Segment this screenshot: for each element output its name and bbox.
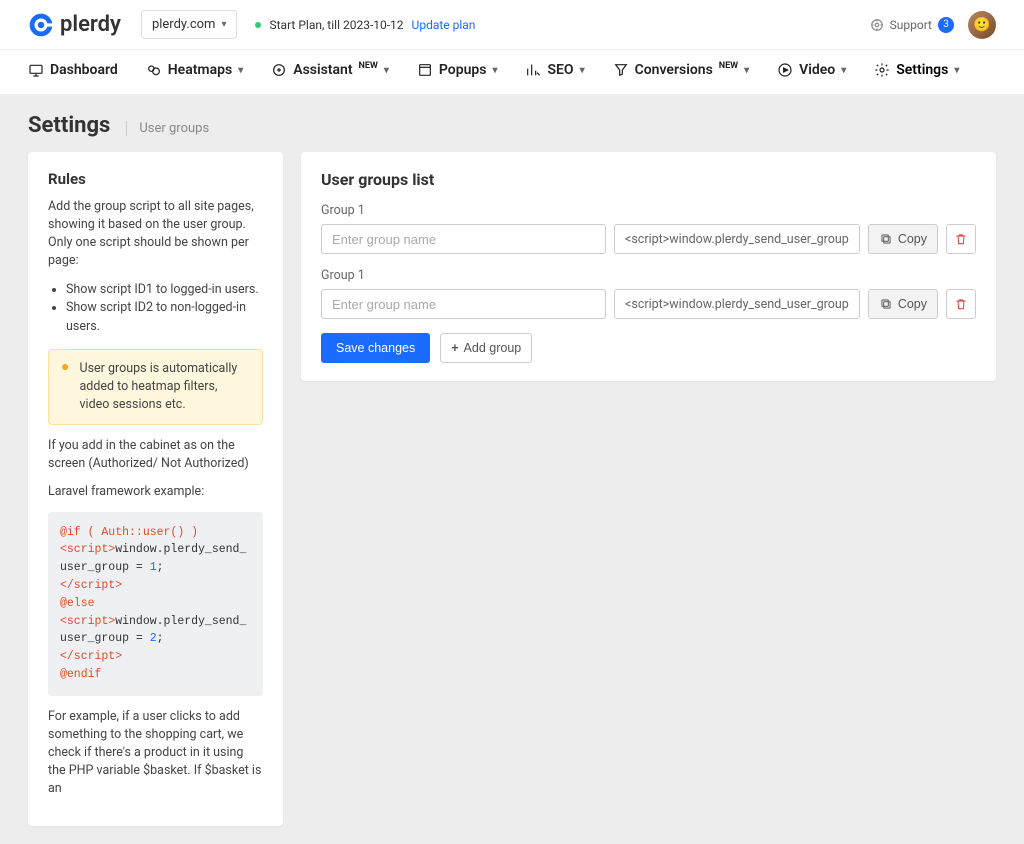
- support-count: 3: [938, 17, 954, 33]
- group-label: Group 1: [321, 203, 976, 218]
- rules-intro: Add the group script to all site pages, …: [48, 198, 263, 271]
- trash-icon: [954, 232, 968, 246]
- group-row: Group 1 Copy: [321, 268, 976, 319]
- laravel-heading: Laravel framework example:: [48, 483, 263, 501]
- nav-assistant-label: Assistant: [293, 62, 352, 78]
- nav-seo[interactable]: SEO ▾: [525, 62, 584, 78]
- nav-assistant[interactable]: Assistant NEW ▾: [271, 62, 389, 78]
- copy-label: Copy: [898, 232, 927, 246]
- popups-icon: [417, 62, 433, 78]
- new-badge: NEW: [359, 61, 378, 71]
- chevron-down-icon: ▾: [221, 19, 226, 30]
- copy-button[interactable]: Copy: [868, 289, 938, 319]
- chevron-down-icon: ▾: [841, 65, 846, 76]
- site-selector[interactable]: plerdy.com ▾: [141, 10, 238, 39]
- copy-icon: [879, 297, 893, 311]
- support-label: Support: [890, 18, 932, 32]
- logo-text: plerdy: [60, 12, 121, 37]
- delete-button[interactable]: [946, 289, 976, 319]
- logo[interactable]: plerdy: [28, 12, 121, 38]
- nav-dashboard[interactable]: Dashboard: [28, 62, 118, 78]
- chevron-down-icon: ▾: [384, 65, 389, 76]
- groups-heading: User groups list: [321, 170, 976, 189]
- support-icon: [870, 18, 884, 32]
- nav-settings[interactable]: Settings ▾: [874, 62, 959, 78]
- group-script-field[interactable]: [614, 289, 860, 319]
- page-title: Settings: [28, 113, 110, 138]
- user-groups-panel: User groups list Group 1 Copy Group 1: [301, 152, 996, 381]
- rules-li1: Show script ID1 to logged-in users.: [66, 281, 263, 300]
- plan-status-dot: [255, 22, 261, 28]
- dashboard-icon: [28, 62, 44, 78]
- heatmaps-icon: [146, 62, 162, 78]
- group-name-input[interactable]: [321, 224, 606, 254]
- rules-heading: Rules: [48, 170, 263, 188]
- nav-video[interactable]: Video ▾: [777, 62, 846, 78]
- nav-conversions[interactable]: Conversions NEW ▾: [613, 62, 750, 78]
- group-name-input[interactable]: [321, 289, 606, 319]
- nav-heatmaps-label: Heatmaps: [168, 62, 232, 78]
- chevron-down-icon: ▾: [580, 65, 585, 76]
- info-box: ● User groups is automatically added to …: [48, 349, 263, 425]
- nav-seo-label: SEO: [547, 62, 573, 78]
- nav-conversions-label: Conversions: [635, 62, 713, 78]
- group-label: Group 1: [321, 268, 976, 283]
- chevron-down-icon: ▾: [238, 65, 243, 76]
- support-button[interactable]: Support 3: [870, 17, 954, 33]
- copy-label: Copy: [898, 297, 927, 311]
- plus-icon: +: [451, 341, 458, 355]
- seo-icon: [525, 62, 541, 78]
- delete-button[interactable]: [946, 224, 976, 254]
- video-icon: [777, 62, 793, 78]
- breadcrumb: User groups: [126, 121, 209, 136]
- copy-button[interactable]: Copy: [868, 224, 938, 254]
- chevron-down-icon: ▾: [744, 65, 749, 76]
- info-icon: ●: [61, 360, 69, 414]
- copy-icon: [879, 232, 893, 246]
- add-group-label: Add group: [464, 341, 522, 355]
- nav-video-label: Video: [799, 62, 835, 78]
- chevron-down-icon: ▾: [492, 65, 497, 76]
- conversions-icon: [613, 62, 629, 78]
- group-row: Group 1 Copy: [321, 203, 976, 254]
- nav-dashboard-label: Dashboard: [50, 62, 118, 78]
- group-script-field[interactable]: [614, 224, 860, 254]
- nav-popups[interactable]: Popups ▾: [417, 62, 498, 78]
- plerdy-logo-icon: [28, 12, 54, 38]
- save-button[interactable]: Save changes: [321, 333, 430, 363]
- rules-panel: Rules Add the group script to all site p…: [28, 152, 283, 826]
- rules-note-cabinet: If you add in the cabinet as on the scre…: [48, 437, 263, 473]
- settings-icon: [874, 62, 890, 78]
- plan-text: Start Plan, till 2023-10-12: [269, 18, 403, 32]
- assistant-icon: [271, 62, 287, 78]
- rules-li2: Show script ID2 to non-logged-in users.: [66, 299, 263, 337]
- code-example: @if ( Auth::user() ) <script>window.pler…: [48, 512, 263, 696]
- add-group-button[interactable]: + Add group: [440, 333, 532, 363]
- new-badge: NEW: [719, 61, 738, 71]
- nav-popups-label: Popups: [439, 62, 487, 78]
- trash-icon: [954, 297, 968, 311]
- nav-settings-label: Settings: [896, 62, 948, 78]
- update-plan-link[interactable]: Update plan: [412, 18, 476, 32]
- info-text: User groups is automatically added to he…: [79, 360, 250, 414]
- chevron-down-icon: ▾: [954, 65, 959, 76]
- avatar[interactable]: 🙂: [968, 11, 996, 39]
- site-selector-label: plerdy.com: [152, 17, 216, 32]
- rules-tail: For example, if a user clicks to add som…: [48, 708, 263, 799]
- save-label: Save changes: [336, 341, 415, 355]
- nav-heatmaps[interactable]: Heatmaps ▾: [146, 62, 243, 78]
